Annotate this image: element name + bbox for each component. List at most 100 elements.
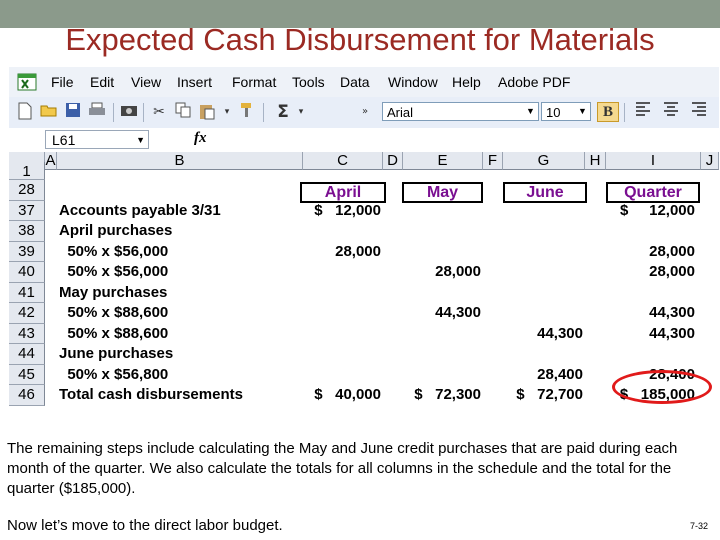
bold-button[interactable]: B bbox=[597, 102, 619, 122]
menu-bar: File Edit View Insert Format Tools Data … bbox=[9, 67, 719, 98]
cell-value-i[interactable]: 44,300 bbox=[609, 325, 695, 342]
cell-value-i[interactable]: 28,000 bbox=[609, 243, 695, 260]
toolbar-separator bbox=[624, 103, 625, 122]
row-header[interactable]: 44 bbox=[9, 344, 45, 365]
row-label[interactable]: April purchases bbox=[59, 222, 299, 239]
column-header-j[interactable]: J bbox=[701, 152, 719, 170]
align-center-icon[interactable] bbox=[661, 102, 681, 122]
cell-value-g[interactable]: 28,400 bbox=[505, 366, 583, 383]
autosum-chevron-icon[interactable]: ▾ bbox=[295, 102, 307, 122]
row-label[interactable]: 50% x $88,600 bbox=[59, 304, 299, 321]
cell-value-i[interactable]: $ 12,000 bbox=[609, 202, 695, 219]
toolbar-options-icon[interactable]: » bbox=[357, 102, 373, 122]
row-header[interactable]: 28 bbox=[9, 180, 45, 201]
row-header[interactable]: 42 bbox=[9, 303, 45, 324]
row-label[interactable]: June purchases bbox=[59, 345, 299, 362]
print-icon[interactable] bbox=[87, 102, 107, 122]
chevron-down-icon: ▼ bbox=[136, 135, 145, 145]
excel-window: File Edit View Insert Format Tools Data … bbox=[9, 67, 719, 432]
cell-value-i[interactable]: 44,300 bbox=[609, 304, 695, 321]
row-label[interactable]: 50% x $88,600 bbox=[59, 325, 299, 342]
row-label[interactable]: May purchases bbox=[59, 284, 299, 301]
column-header-e[interactable]: E bbox=[403, 152, 483, 170]
header-june: June bbox=[503, 182, 587, 203]
row-header[interactable]: 38 bbox=[9, 221, 45, 242]
menu-edit[interactable]: Edit bbox=[90, 74, 114, 90]
fx-icon[interactable]: fx bbox=[194, 130, 207, 147]
row-header[interactable]: 40 bbox=[9, 262, 45, 283]
menu-window[interactable]: Window bbox=[388, 74, 438, 90]
column-header-g[interactable]: G bbox=[503, 152, 585, 170]
cell-value-c[interactable]: 28,000 bbox=[305, 243, 381, 260]
row-label[interactable]: 50% x $56,000 bbox=[59, 243, 299, 260]
paste-icon[interactable] bbox=[197, 102, 217, 122]
cell-value-c[interactable]: $ 12,000 bbox=[305, 202, 381, 219]
save-icon[interactable] bbox=[63, 102, 83, 122]
worksheet-grid: A B C D E F G H I J 1 28 37 38 39 40 41 42 43 44 4… bbox=[9, 152, 719, 432]
row-header[interactable]: 1 bbox=[9, 162, 45, 180]
name-box[interactable]: L61 ▼ bbox=[45, 130, 149, 149]
menu-view[interactable]: View bbox=[131, 74, 161, 90]
menu-adobe-pdf[interactable]: Adobe PDF bbox=[498, 74, 570, 90]
cell-value-c[interactable]: $ 40,000 bbox=[305, 386, 381, 403]
row-label[interactable]: 50% x $56,000 bbox=[59, 263, 299, 280]
toolbar-separator bbox=[263, 103, 264, 122]
format-painter-icon[interactable] bbox=[237, 102, 257, 122]
next-step-paragraph: Now let’s move to the direct labor budge… bbox=[7, 517, 283, 534]
menu-help[interactable]: Help bbox=[452, 74, 481, 90]
menu-format[interactable]: Format bbox=[232, 74, 276, 90]
toolbar-separator bbox=[113, 103, 114, 122]
row-label[interactable]: Accounts payable 3/31 bbox=[59, 202, 299, 219]
slide-title: Expected Cash Disbursement for Materials bbox=[65, 22, 655, 57]
paste-options-chevron-icon[interactable]: ▾ bbox=[221, 102, 233, 122]
header-quarter: Quarter bbox=[606, 182, 700, 203]
open-icon[interactable] bbox=[39, 102, 59, 122]
column-header-d[interactable]: D bbox=[383, 152, 403, 170]
column-header-i[interactable]: I bbox=[606, 152, 701, 170]
row-label[interactable]: 50% x $56,800 bbox=[59, 366, 299, 383]
font-size-dropdown[interactable]: 10 ▼ bbox=[541, 102, 591, 121]
row-header[interactable]: 37 bbox=[9, 200, 45, 221]
new-icon[interactable] bbox=[15, 102, 35, 122]
cell-value-g[interactable]: $ 72,700 bbox=[505, 386, 583, 403]
column-header-b[interactable]: B bbox=[57, 152, 303, 170]
row-label[interactable]: Total cash disbursements bbox=[59, 386, 299, 403]
menu-insert[interactable]: Insert bbox=[177, 74, 212, 90]
font-name-value: Arial bbox=[387, 105, 414, 120]
row-header[interactable]: 41 bbox=[9, 282, 45, 303]
align-left-icon[interactable] bbox=[633, 102, 653, 122]
column-header-f[interactable]: F bbox=[483, 152, 503, 170]
row-header[interactable]: 39 bbox=[9, 241, 45, 262]
excel-app-icon[interactable] bbox=[17, 72, 37, 92]
column-header-c[interactable]: C bbox=[303, 152, 383, 170]
row-header[interactable]: 43 bbox=[9, 323, 45, 344]
toolbar-separator bbox=[143, 103, 144, 122]
camera-icon[interactable] bbox=[119, 102, 139, 122]
menu-data[interactable]: Data bbox=[340, 74, 370, 90]
cell-value-g[interactable]: 44,300 bbox=[505, 325, 583, 342]
font-name-dropdown[interactable]: Arial ▼ bbox=[382, 102, 539, 121]
cell-value-e[interactable]: 44,300 bbox=[405, 304, 481, 321]
formula-input[interactable] bbox=[219, 130, 715, 149]
chevron-down-icon: ▼ bbox=[526, 106, 535, 116]
row-header[interactable]: 46 bbox=[9, 385, 45, 406]
menu-file[interactable]: File bbox=[51, 74, 74, 90]
cell-value-e[interactable]: 28,000 bbox=[405, 263, 481, 280]
standard-toolbar: ✂ ▾ Σ ▾ » Arial ▼ 10 ▼ B bbox=[9, 97, 719, 129]
copy-icon[interactable] bbox=[173, 102, 193, 122]
cell-value-e[interactable]: $ 72,300 bbox=[405, 386, 481, 403]
chevron-down-icon: ▼ bbox=[578, 106, 587, 116]
align-right-icon[interactable] bbox=[689, 102, 709, 122]
menu-tools[interactable]: Tools bbox=[292, 74, 325, 90]
autosum-icon[interactable]: Σ bbox=[273, 102, 293, 122]
column-header-a[interactable]: A bbox=[45, 152, 57, 170]
formula-bar: L61 ▼ fx bbox=[9, 128, 719, 153]
header-may: May bbox=[402, 182, 483, 203]
column-header-h[interactable]: H bbox=[585, 152, 606, 170]
font-size-value: 10 bbox=[546, 105, 561, 120]
slide-number: 7-32 bbox=[689, 521, 708, 531]
cut-icon[interactable]: ✂ bbox=[149, 102, 169, 122]
row-header[interactable]: 45 bbox=[9, 364, 45, 385]
cell-value-i[interactable]: 28,000 bbox=[609, 263, 695, 280]
explanation-paragraph: The remaining steps include calculating … bbox=[7, 440, 678, 497]
